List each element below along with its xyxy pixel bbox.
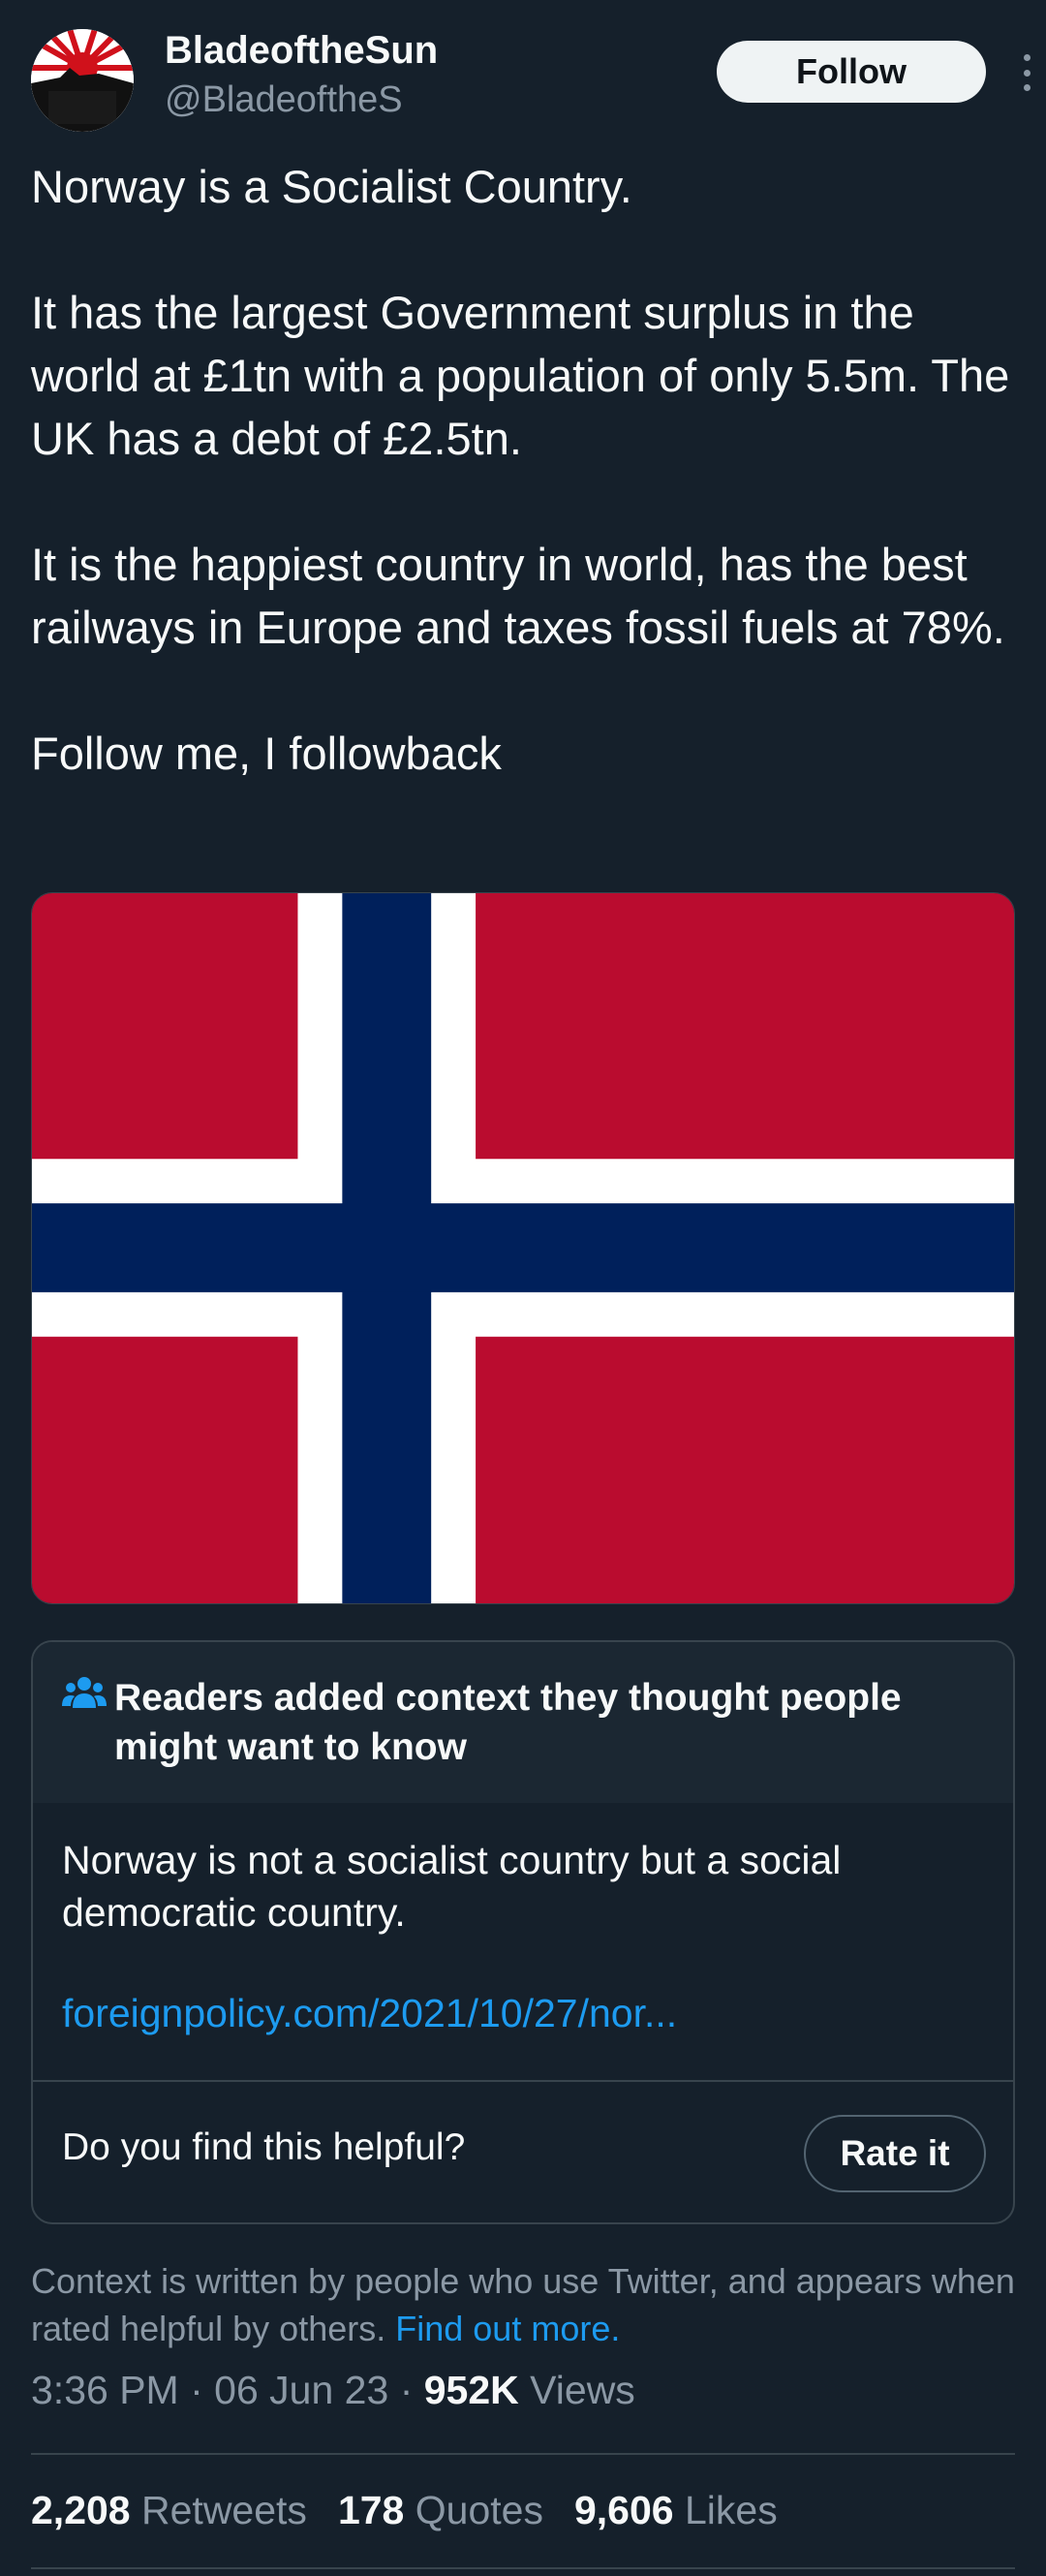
likes-count: 9,606 xyxy=(573,2488,674,2532)
more-dot xyxy=(1023,84,1031,91)
norway-flag-image xyxy=(32,893,1014,1603)
people-icon xyxy=(62,1677,107,1708)
divider xyxy=(33,2080,1013,2082)
community-note-text: Norway is not a socialist country but a … xyxy=(62,1838,842,1935)
tweet-paragraph: Norway is a Socialist Country. xyxy=(31,161,632,212)
community-note: Readers added context they thought peopl… xyxy=(31,1640,1015,2224)
find-out-more-link[interactable]: Find out more. xyxy=(395,2309,620,2348)
tweet-paragraph: Follow me, I followback xyxy=(31,728,502,779)
community-note-source-link[interactable]: foreignpolicy.com/2021/10/27/nor... xyxy=(62,1991,984,2036)
follow-button[interactable]: Follow xyxy=(717,41,986,103)
likes-stat[interactable]: 9,606 Likes xyxy=(574,2488,778,2533)
tweet-paragraph: It is the happiest country in world, has… xyxy=(31,539,1005,653)
community-note-header: Readers added context they thought peopl… xyxy=(33,1642,1013,1803)
divider xyxy=(31,2453,1015,2455)
quotes-count: 178 xyxy=(337,2488,405,2532)
context-disclaimer: Context is written by people who use Twi… xyxy=(31,2257,1019,2352)
helpful-question: Do you find this helpful? xyxy=(62,2126,466,2168)
rising-sun-avatar-icon xyxy=(31,29,134,132)
engagement-stats: 2,208 Retweets 178 Quotes 9,606 Likes xyxy=(31,2488,778,2533)
community-note-body: Norway is not a socialist country but a … xyxy=(33,1803,1013,2036)
tweet-paragraph: It has the largest Government surplus in… xyxy=(31,287,1010,464)
avatar[interactable] xyxy=(31,29,134,132)
more-options-icon[interactable] xyxy=(1007,48,1046,97)
tweet-text: Norway is a Socialist Country. It has th… xyxy=(31,155,1019,785)
likes-label: Likes xyxy=(684,2488,778,2532)
views-count: 952K xyxy=(423,2368,519,2412)
tweet-date[interactable]: 06 Jun 23 xyxy=(214,2368,388,2412)
more-dot xyxy=(1023,54,1031,61)
meta-separator: · xyxy=(190,2368,203,2412)
rate-it-button[interactable]: Rate it xyxy=(804,2115,986,2192)
community-note-title: Readers added context they thought peopl… xyxy=(114,1677,902,1768)
tweet-media-image[interactable] xyxy=(31,892,1015,1604)
tweet-meta: 3:36 PM · 06 Jun 23 · 952K Views xyxy=(31,2368,635,2413)
quotes-stat[interactable]: 178 Quotes xyxy=(338,2488,543,2533)
divider xyxy=(31,2567,1015,2569)
author-handle[interactable]: @BladeoftheS xyxy=(165,79,403,121)
retweets-count: 2,208 xyxy=(31,2488,131,2532)
retweets-stat[interactable]: 2,208 Retweets xyxy=(31,2488,307,2533)
more-dot xyxy=(1023,69,1031,77)
tweet-header: BladeoftheSun @BladeoftheS Follow xyxy=(31,0,1031,143)
meta-separator: · xyxy=(399,2368,414,2412)
tweet-detail-page: BladeoftheSun @BladeoftheS Follow Norway… xyxy=(0,0,1046,2576)
quotes-label: Quotes xyxy=(415,2488,543,2532)
tweet-time[interactable]: 3:36 PM xyxy=(31,2368,179,2412)
retweets-label: Retweets xyxy=(141,2488,307,2532)
author-display-name[interactable]: BladeoftheSun xyxy=(165,29,438,73)
views-label: Views xyxy=(530,2368,635,2412)
